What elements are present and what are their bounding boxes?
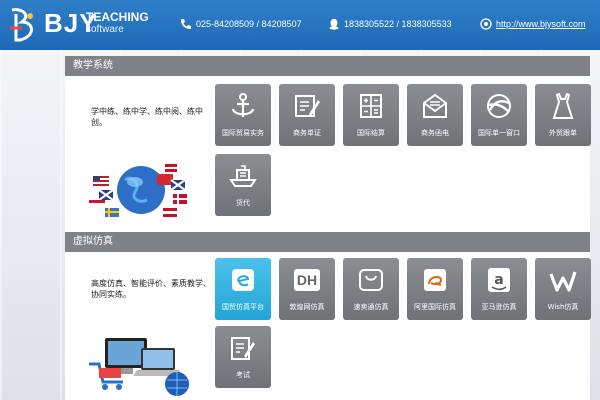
- tile-calculator[interactable]: 国际结算: [343, 84, 399, 146]
- anchor-icon: [229, 92, 257, 120]
- dress-icon: [549, 92, 577, 120]
- tile-label: 阿里国际仿真: [414, 303, 456, 311]
- tile-label: 国际贸易实务: [222, 129, 264, 137]
- tile-label: 货代: [236, 199, 250, 207]
- brand-software: software: [86, 24, 124, 35]
- svg-text:a: a: [494, 272, 503, 288]
- amazon-icon: a: [485, 266, 513, 294]
- tile-document-pen[interactable]: 商务单证: [279, 84, 335, 146]
- virtual-sim-title: 虚拟仿真: [65, 232, 590, 252]
- tile-label: 速卖通仿真: [353, 303, 389, 311]
- globe-flags-illustration: [89, 164, 187, 217]
- website-link[interactable]: http://www.bjysoft.com: [496, 19, 586, 29]
- bjy-logo-icon: [10, 8, 33, 42]
- phone-text: 025-84208509 / 84208507: [196, 19, 302, 29]
- phone-contact: 025-84208509 / 84208507: [180, 18, 302, 30]
- wish-icon: [549, 266, 577, 294]
- tile-trade-platform[interactable]: 国贸仿真平台: [215, 258, 271, 320]
- virtual-sim-intro: 高度仿真、智能评价、素质教学、协同实练。: [91, 279, 211, 299]
- tile-label: 亚马逊仿真: [481, 303, 517, 311]
- dh-icon: DH: [293, 266, 321, 294]
- tile-anchor[interactable]: 国际贸易实务: [215, 84, 271, 146]
- globe-icon: [480, 18, 492, 30]
- qq-text: 1838305522 / 1838305533: [344, 19, 452, 29]
- envelope-icon: [421, 92, 449, 120]
- smile-bag-icon: [357, 266, 385, 294]
- teaching-system-panel: 教学系统 学中练、练中学、练中阅、练中创。 国际贸易实务 商务单证 国际结算 商务函电…: [65, 56, 591, 242]
- header-bar: BJY TEACHING software 025-84208509 / 842…: [0, 0, 600, 50]
- calculator-icon: [357, 92, 385, 120]
- tile-envelope[interactable]: 商务函电: [407, 84, 463, 146]
- virtual-sim-panel: 虚拟仿真 高度仿真、智能评价、素质教学、协同实练。 国贸仿真平台 DH 敦煌网仿真 速…: [65, 232, 591, 400]
- single-window-icon: [485, 92, 513, 120]
- tile-exam-pen[interactable]: 考试: [215, 326, 271, 388]
- tile-label: 商务函电: [421, 129, 449, 137]
- tile-smile-bag[interactable]: 速卖通仿真: [343, 258, 399, 320]
- document-pen-icon: [293, 92, 321, 120]
- teaching-system-body: 学中练、练中学、练中阅、练中创。 国际贸易实务 商务单证 国际结算 商务函电 国际单一窗…: [65, 76, 591, 242]
- qq-icon: [329, 18, 339, 30]
- phone-icon: [181, 19, 191, 29]
- tile-amazon[interactable]: a 亚马逊仿真: [471, 258, 527, 320]
- tile-label: 国际单一窗口: [478, 129, 520, 137]
- cargo-ship-icon: [229, 162, 257, 190]
- tile-label: 国贸仿真平台: [222, 303, 264, 311]
- tile-alibaba[interactable]: 阿里国际仿真: [407, 258, 463, 320]
- exam-pen-icon: [229, 334, 257, 362]
- teaching-system-title: 教学系统: [65, 56, 590, 76]
- tile-wish[interactable]: Wish仿真: [535, 258, 591, 320]
- tile-dh[interactable]: DH 敦煌网仿真: [279, 258, 335, 320]
- website-contact: http://www.bjysoft.com: [480, 18, 586, 30]
- tile-label: 国际结算: [357, 129, 385, 137]
- tile-label: 商务单证: [293, 129, 321, 137]
- brand-teaching: TEACHING: [86, 10, 149, 24]
- dh-icon-text: DH: [296, 272, 318, 288]
- tile-dress[interactable]: 外贸跟单: [535, 84, 591, 146]
- virtual-sim-body: 高度仿真、智能评价、素质教学、协同实练。 国贸仿真平台 DH 敦煌网仿真 速卖通仿真 阿…: [65, 252, 591, 400]
- teaching-system-intro: 学中练、练中学、练中阅、练中创。: [91, 107, 203, 127]
- tile-label: Wish仿真: [547, 303, 579, 311]
- tile-single-window[interactable]: 国际单一窗口: [471, 84, 527, 146]
- trade-platform-icon: [229, 266, 257, 294]
- tile-label: 考试: [236, 371, 250, 379]
- ecommerce-illustration: [89, 338, 189, 396]
- alibaba-icon: [421, 266, 449, 294]
- tile-label: 敦煌网仿真: [289, 303, 325, 311]
- qq-contact: 1838305522 / 1838305533: [328, 18, 452, 30]
- tile-cargo-ship[interactable]: 货代: [215, 154, 271, 216]
- tile-label: 外贸跟单: [549, 129, 577, 137]
